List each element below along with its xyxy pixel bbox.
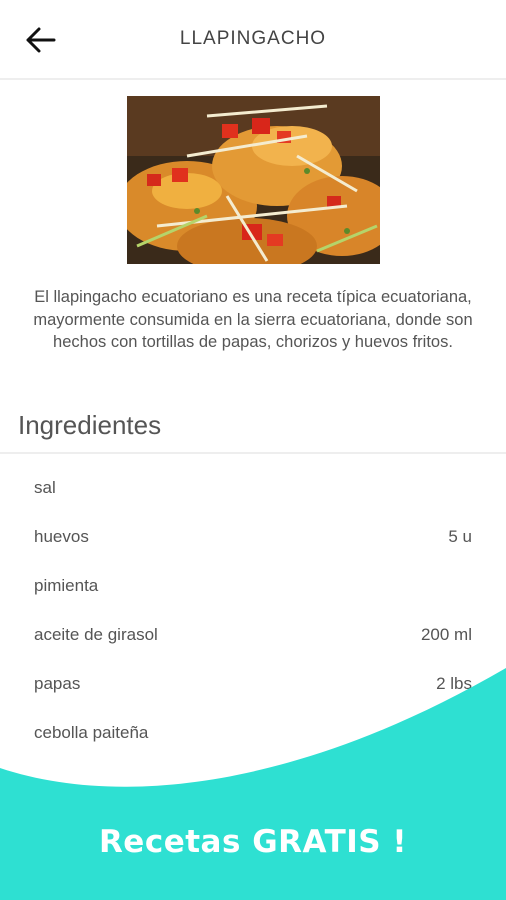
- promo-free-recipes-button[interactable]: Recetas GRATIS !: [0, 824, 506, 860]
- ingredient-row: huevos 5 u: [0, 514, 506, 563]
- ingredient-row: pimienta: [0, 563, 506, 612]
- promo-banner-wave: [0, 668, 506, 900]
- page-title: LLAPINGACHO: [179, 28, 327, 49]
- ingredient-row: sal: [0, 465, 506, 514]
- app-header: LLAPINGACHO: [0, 0, 506, 80]
- divider: [0, 452, 506, 454]
- ingredient-name: sal: [34, 478, 56, 497]
- recipe-description: El llapingacho ecuatoriano es una receta…: [33, 288, 473, 351]
- ingredient-name: huevos: [34, 527, 89, 546]
- ingredient-name: aceite de girasol: [34, 625, 158, 644]
- recipe-image: [127, 96, 380, 264]
- ingredient-name: pimienta: [34, 576, 99, 595]
- ingredient-row: aceite de girasol 200 ml: [0, 612, 506, 661]
- ingredients-heading: Ingredientes: [18, 410, 162, 440]
- ingredient-qty: 200 ml: [420, 625, 472, 644]
- ingredient-qty: 5 u: [448, 527, 472, 546]
